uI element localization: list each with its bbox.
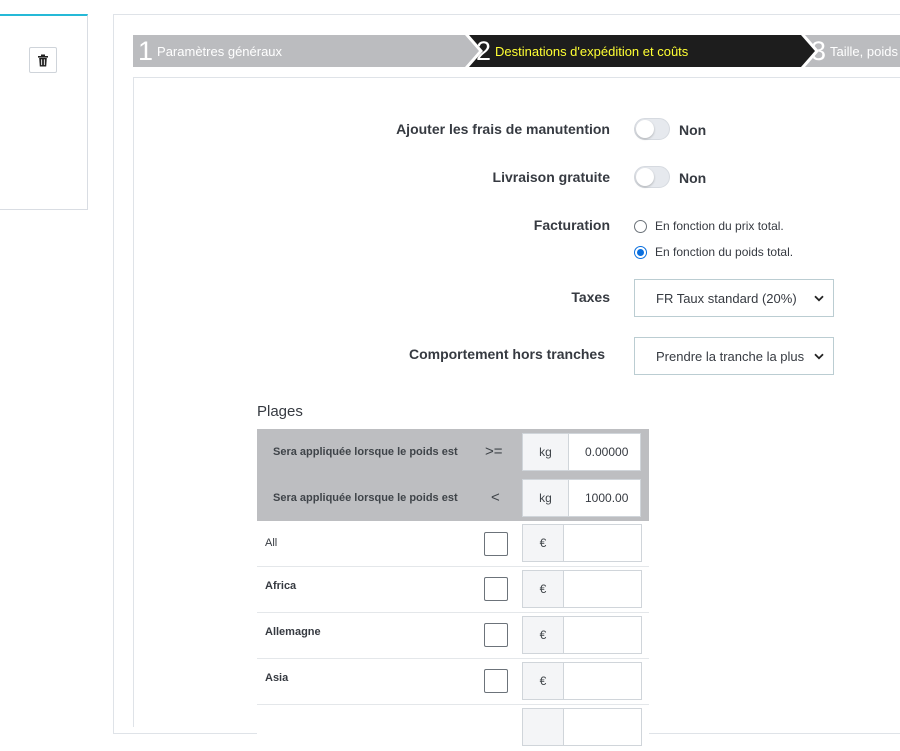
zone-price-input[interactable] [563,570,642,608]
currency-symbol: € [522,662,564,700]
zone-name: Asia [265,672,289,684]
zone-row: All € [257,521,649,567]
currency-symbol: € [522,570,564,608]
zone-checkbox[interactable] [484,669,508,693]
taxes-select[interactable]: FR Taux standard (20%) [634,279,834,317]
taxes-selected-value: FR Taux standard (20%) [656,290,797,306]
free-shipping-state: Non [679,170,707,186]
weight-unit: kg [522,479,569,517]
range-max-input[interactable]: 1000.00 [568,479,641,517]
zone-name: Allemagne [265,626,321,638]
delete-button[interactable] [29,47,57,73]
billing-radio-price[interactable] [634,220,647,233]
zone-row: Africa € [257,567,649,613]
zone-name: All [265,537,278,549]
step-label: Paramètres généraux [157,43,283,59]
billing-label: Facturation [533,217,610,233]
step-general-settings[interactable]: 1 Paramètres généraux [133,35,479,67]
taxes-label: Taxes [571,289,610,305]
zone-row: Asia € [257,659,649,705]
handling-fees-label: Ajouter les frais de manutention [396,121,610,137]
free-shipping-label: Livraison gratuite [492,169,610,185]
handling-fees-toggle[interactable] [634,118,670,140]
ranges-title: Plages [257,403,303,420]
out-of-range-selected-value: Prendre la tranche la plus [656,348,805,364]
zone-checkbox[interactable] [484,532,508,556]
zone-row: Allemagne € [257,613,649,659]
billing-radio-weight[interactable] [634,246,647,259]
step-number: 1 [138,36,154,66]
chevron-down-icon [813,280,833,316]
step-size-weight[interactable]: 3 Taille, poids [805,35,900,67]
out-of-range-select[interactable]: Prendre la tranche la plus [634,337,834,375]
trash-icon [38,54,48,66]
range-operator: >= [485,443,503,460]
range-row-min: Sera appliquée lorsque le poids est >= k… [257,429,649,475]
billing-option-price-label: En fonction du prix total. [655,219,784,233]
zone-checkbox[interactable] [484,623,508,647]
step-label: Destinations d'expédition et coûts [495,43,689,59]
zone-price-input[interactable] [563,616,642,654]
weight-unit: kg [522,433,569,471]
step-label: Taille, poids [830,43,898,59]
step-shipping-destinations[interactable]: 2 Destinations d'expédition et coûts [469,35,815,67]
handling-fees-state: Non [679,122,707,138]
free-shipping-toggle[interactable] [634,166,670,188]
currency-symbol: € [522,616,564,654]
zone-name: Africa [265,580,297,592]
range-condition-label: Sera appliquée lorsque le poids est [273,446,458,458]
out-of-range-label: Comportement hors tranches [408,346,605,362]
toggle-knob [636,120,654,138]
chevron-down-icon [813,338,833,374]
left-panel [0,14,88,210]
zone-checkbox[interactable] [484,577,508,601]
zone-price-input[interactable] [563,662,642,700]
billing-option-weight-label: En fonction du poids total. [655,245,794,259]
currency-symbol: € [522,524,564,562]
range-operator: < [491,489,500,506]
range-condition-label: Sera appliquée lorsque le poids est [273,492,458,504]
wizard-steps: 1 Paramètres généraux 2 Destinations d'e… [133,35,900,67]
zone-price-input[interactable] [563,524,642,562]
range-row-max: Sera appliquée lorsque le poids est < kg… [257,475,649,521]
zone-row [257,705,649,751]
range-min-input[interactable]: 0.00000 [568,433,641,471]
toggle-knob [636,168,654,186]
